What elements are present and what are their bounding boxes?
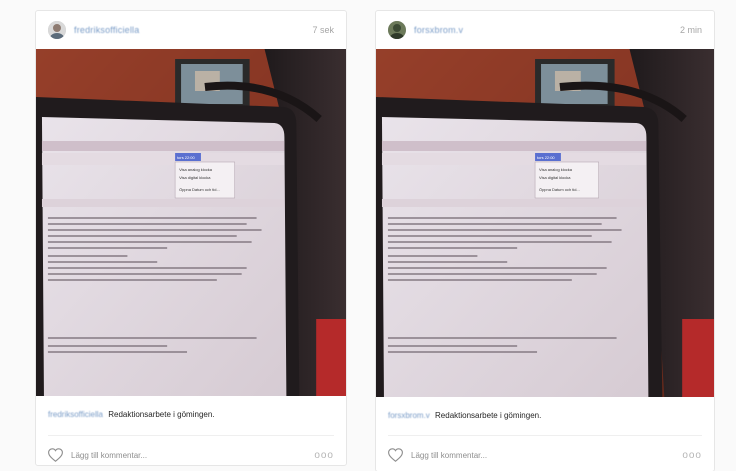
comment-row: ooo — [36, 436, 346, 465]
comment-row: ooo — [376, 436, 714, 471]
avatar[interactable] — [48, 21, 66, 39]
menu-item-datetime: Öppna Datum och tid... — [539, 187, 580, 192]
more-options-icon[interactable]: ooo — [682, 450, 702, 461]
menu-item-digital: Visa digital klocka — [539, 175, 571, 180]
caption-username[interactable]: fredriksofficiella — [48, 410, 103, 419]
username-link[interactable]: forsxbrom.v — [414, 25, 680, 35]
post-card: forsxbrom.v 2 min Visa analog klocka Vis… — [375, 10, 715, 471]
timestamp[interactable]: 7 sek — [312, 25, 334, 35]
heart-icon[interactable] — [48, 448, 63, 462]
menu-item-analog: Visa analog klocka — [539, 167, 573, 172]
menu-clock: tors 22:00 — [537, 155, 555, 160]
feed: fredriksofficiella 7 sek Visa analog klo… — [0, 0, 736, 471]
caption-text: Redaktionsarbete i gömingen. — [108, 410, 215, 419]
post-photo[interactable]: Visa analog klocka Visa digital klocka Ö… — [376, 49, 714, 397]
username-link[interactable]: fredriksofficiella — [74, 25, 312, 35]
timestamp[interactable]: 2 min — [680, 25, 702, 35]
menu-item-datetime: Öppna Datum och tid... — [179, 187, 220, 192]
post-header: forsxbrom.v 2 min — [376, 11, 714, 49]
menu-item-digital: Visa digital klocka — [179, 175, 211, 180]
comment-input[interactable] — [71, 450, 315, 460]
more-options-icon[interactable]: ooo — [314, 450, 334, 461]
menu-item-analog: Visa analog klocka — [179, 167, 213, 172]
comment-input[interactable] — [411, 450, 683, 460]
heart-icon[interactable] — [388, 448, 403, 462]
caption: fredriksofficiella Redaktionsarbete i gö… — [36, 409, 346, 421]
post-card: fredriksofficiella 7 sek Visa analog klo… — [35, 10, 347, 466]
caption-text: Redaktionsarbete i gömingen. — [435, 411, 542, 420]
menu-clock: tors 22:00 — [177, 155, 195, 160]
caption-username[interactable]: forsxbrom.v — [388, 411, 430, 420]
post-header: fredriksofficiella 7 sek — [36, 11, 346, 49]
post-photo[interactable]: Visa analog klocka Visa digital klocka Ö… — [36, 49, 346, 396]
avatar[interactable] — [388, 21, 406, 39]
caption: forsxbrom.v Redaktionsarbete i gömingen. — [376, 410, 714, 422]
